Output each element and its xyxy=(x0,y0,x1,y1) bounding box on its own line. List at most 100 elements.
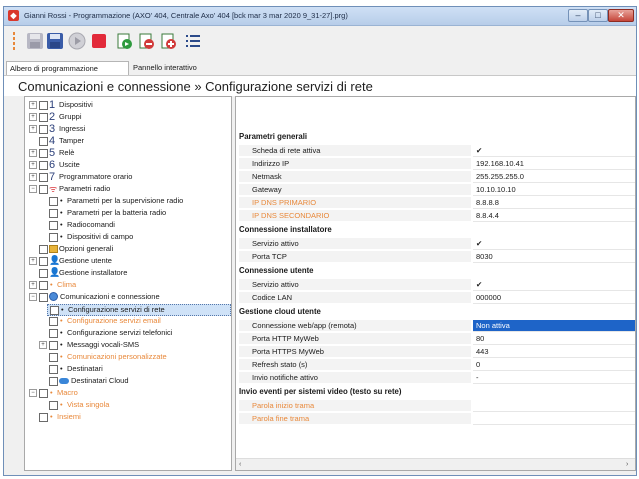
checkbox[interactable] xyxy=(39,113,48,122)
checkbox[interactable] xyxy=(49,401,58,410)
property-row[interactable]: Servizio attivo ✔ xyxy=(239,279,635,291)
horizontal-scrollbar[interactable]: ‹ › xyxy=(236,458,635,470)
checkbox[interactable] xyxy=(39,161,48,170)
property-value[interactable]: 255.255.255.0 xyxy=(473,171,635,183)
play-icon[interactable] xyxy=(68,32,86,50)
checkbox[interactable] xyxy=(39,149,48,158)
checkbox[interactable] xyxy=(49,197,58,206)
save-icon[interactable] xyxy=(46,32,64,50)
maximize-button[interactable]: □ xyxy=(588,9,608,22)
stop-icon[interactable] xyxy=(90,32,108,50)
checkbox[interactable] xyxy=(49,365,58,374)
tab-interactive-panel[interactable]: Pannello interattivo xyxy=(130,61,240,75)
tree-item-parametri-radio[interactable]: − ᯤ Parametri radio xyxy=(25,184,231,194)
tree-item-comunicazioni-personalizzate[interactable]: • Comunicazioni personalizzate xyxy=(25,352,231,362)
tree-item-uscite[interactable]: + 6 Uscite xyxy=(25,160,231,171)
scroll-right-icon[interactable]: › xyxy=(626,461,628,468)
tree-item-opzioni-generali[interactable]: Opzioni generali xyxy=(25,244,231,254)
collapse-icon[interactable]: − xyxy=(29,185,37,193)
collapse-icon[interactable]: − xyxy=(29,389,37,397)
checkbox[interactable] xyxy=(49,209,58,218)
title-bar[interactable]: ◆ Gianni Rossi - Programmazione (AXO' 40… xyxy=(4,7,636,26)
tree-item-supervisione-radio[interactable]: • Parametri per la supervisione radio xyxy=(25,196,231,206)
write-icon[interactable] xyxy=(138,32,156,50)
property-value[interactable]: 8.8.4.4 xyxy=(473,210,635,222)
property-row[interactable]: Codice LAN 000000 xyxy=(239,292,635,304)
tree-item-batteria-radio[interactable]: • Parametri per la batteria radio xyxy=(25,208,231,218)
tree-item-servizi-email[interactable]: • Configurazione servizi email xyxy=(25,316,231,326)
tree-item-macro[interactable]: − • Macro xyxy=(25,388,231,398)
property-row[interactable]: Connessione web/app (remota) Non attiva xyxy=(239,320,635,332)
tree-item-gestione-installatore[interactable]: 👤 Gestione installatore xyxy=(25,268,231,278)
tree-item-messaggi-vocali[interactable]: + • Messaggi vocali-SMS xyxy=(25,340,231,350)
property-row[interactable]: Porta TCP 8030 xyxy=(239,251,635,263)
property-value[interactable]: ✔ xyxy=(473,238,635,250)
checkbox[interactable] xyxy=(39,281,48,290)
property-row[interactable]: IP DNS SECONDARIO 8.8.4.4 xyxy=(239,210,635,222)
property-value[interactable]: 192.168.10.41 xyxy=(473,158,635,170)
expand-icon[interactable]: + xyxy=(39,341,47,349)
tree-item-destinatari[interactable]: • Destinatari xyxy=(25,364,231,374)
tree-item-dispositivi[interactable]: + 1 Dispositivi xyxy=(25,100,231,111)
close-button[interactable]: ✕ xyxy=(608,9,634,22)
checkbox[interactable] xyxy=(39,389,48,398)
property-value[interactable]: 0 xyxy=(473,359,635,371)
property-value-selected[interactable]: Non attiva xyxy=(473,320,635,332)
property-row[interactable]: Porta HTTP MyWeb 80 xyxy=(239,333,635,345)
tree-item-servizi-telefonici[interactable]: • Configurazione servizi telefonici xyxy=(25,328,231,338)
checkbox[interactable] xyxy=(49,353,58,362)
property-row[interactable]: Parola inizio trama xyxy=(239,400,635,412)
checkbox[interactable] xyxy=(39,173,48,182)
tree-item-comunicazioni-connessione[interactable]: − Comunicazioni e connessione xyxy=(25,292,231,302)
save-as-icon[interactable] xyxy=(26,32,44,50)
property-value[interactable]: ✔ xyxy=(473,145,635,157)
property-value[interactable]: 10.10.10.10 xyxy=(473,184,635,196)
property-value[interactable]: 000000 xyxy=(473,292,635,304)
list-icon[interactable] xyxy=(184,32,202,50)
minimize-button[interactable]: – xyxy=(568,9,588,22)
expand-icon[interactable]: + xyxy=(29,149,37,157)
expand-icon[interactable]: + xyxy=(29,113,37,121)
tree-item-dispositivi-campo[interactable]: • Dispositivi di campo xyxy=(25,232,231,242)
checkbox[interactable] xyxy=(39,293,48,302)
checkbox[interactable] xyxy=(49,341,58,350)
read-icon[interactable] xyxy=(116,32,134,50)
property-row[interactable]: Porta HTTPS MyWeb 443 xyxy=(239,346,635,358)
tree-item-vista-singola[interactable]: • Vista singola xyxy=(25,400,231,410)
tree-item-gruppi[interactable]: + 2 Gruppi xyxy=(25,112,231,123)
tree-item-insiemi[interactable]: • Insiemi xyxy=(25,412,231,422)
expand-icon[interactable]: + xyxy=(29,281,37,289)
collapse-icon[interactable]: − xyxy=(29,293,37,301)
property-row[interactable]: Netmask 255.255.255.0 xyxy=(239,171,635,183)
programming-tree[interactable]: + 1 Dispositivi + 2 Gruppi + 3 Ingressi … xyxy=(24,96,232,471)
property-value[interactable]: 80 xyxy=(473,333,635,345)
property-value[interactable]: ✔ xyxy=(473,279,635,291)
checkbox[interactable] xyxy=(39,185,48,194)
property-row[interactable]: Gateway 10.10.10.10 xyxy=(239,184,635,196)
tree-item-servizi-rete[interactable]: • Configurazione servizi di rete xyxy=(47,304,231,316)
property-value[interactable]: 8.8.8.8 xyxy=(473,197,635,209)
tree-item-radiocomandi[interactable]: • Radiocomandi xyxy=(25,220,231,230)
tab-programming-tree[interactable]: Albero di programmazione xyxy=(6,61,129,75)
scroll-left-icon[interactable]: ‹ xyxy=(239,461,241,468)
tree-item-tamper[interactable]: 4 Tamper xyxy=(25,136,231,147)
tree-item-clima[interactable]: + • Clima xyxy=(25,280,231,290)
tree-item-rele[interactable]: + 5 Relè xyxy=(25,148,231,159)
checkbox[interactable] xyxy=(50,306,59,315)
tree-item-programmatore-orario[interactable]: + 7 Programmatore orario xyxy=(25,172,231,183)
property-value[interactable] xyxy=(473,413,635,425)
checkbox[interactable] xyxy=(39,245,48,254)
checkbox[interactable] xyxy=(49,233,58,242)
property-row[interactable]: Invio notifiche attivo - xyxy=(239,372,635,384)
expand-icon[interactable]: + xyxy=(29,101,37,109)
property-row[interactable]: Servizio attivo ✔ xyxy=(239,238,635,250)
expand-icon[interactable]: + xyxy=(29,257,37,265)
property-value[interactable]: 443 xyxy=(473,346,635,358)
checkbox[interactable] xyxy=(39,137,48,146)
expand-icon[interactable]: + xyxy=(29,161,37,169)
tree-item-gestione-utente[interactable]: + 👤 Gestione utente xyxy=(25,256,231,266)
checkbox[interactable] xyxy=(39,101,48,110)
checkbox[interactable] xyxy=(49,317,58,326)
property-row[interactable]: Refresh stato (s) 0 xyxy=(239,359,635,371)
property-row[interactable]: Indirizzo IP 192.168.10.41 xyxy=(239,158,635,170)
